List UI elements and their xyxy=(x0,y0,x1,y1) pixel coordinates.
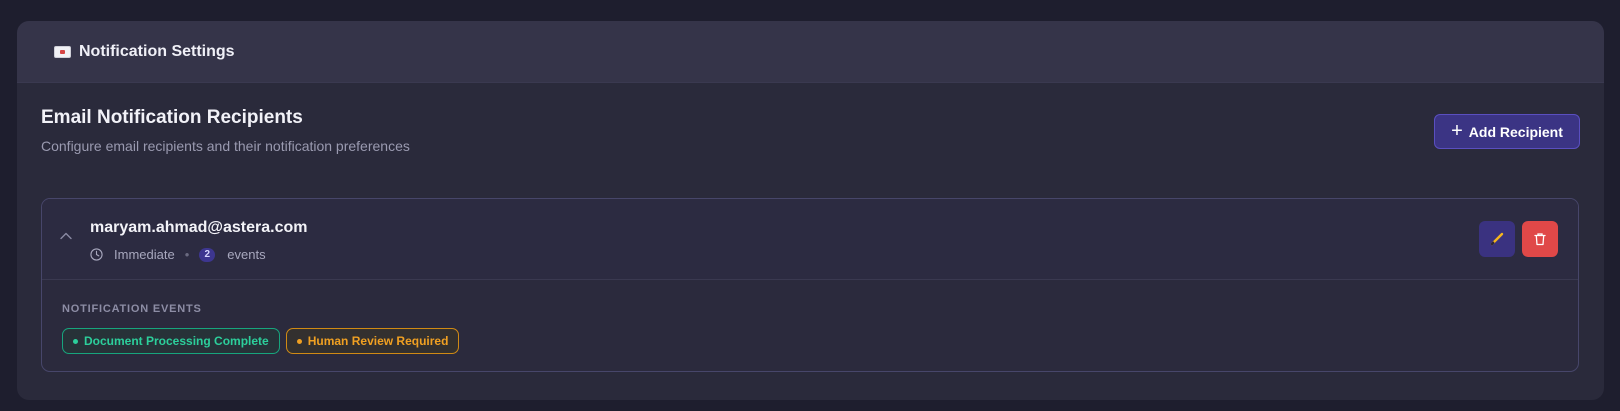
section-heading: Email Notification Recipients Configure … xyxy=(41,107,410,154)
meta-separator: • xyxy=(184,247,190,262)
recipient-email: maryam.ahmad@astera.com xyxy=(90,219,308,236)
event-count-badge: 2 xyxy=(199,247,216,262)
recipient-card-body: NOTIFICATION EVENTS Document Processing … xyxy=(42,280,1578,354)
panel-title: Notification Settings xyxy=(79,42,235,60)
pencil-icon xyxy=(1490,232,1504,246)
event-tag-label: Document Processing Complete xyxy=(84,334,269,348)
clock-icon xyxy=(90,248,103,261)
recipient-frequency: Immediate xyxy=(114,247,175,262)
event-tag: Human Review Required xyxy=(285,328,460,354)
event-tag-label: Human Review Required xyxy=(307,334,449,348)
section-subtitle: Configure email recipients and their not… xyxy=(41,138,410,154)
status-dot-icon xyxy=(73,338,78,344)
recipient-meta: Immediate • 2 events xyxy=(90,247,266,262)
notification-events-label: NOTIFICATION EVENTS xyxy=(62,303,202,315)
delete-recipient-button[interactable] xyxy=(1522,221,1558,257)
add-recipient-button[interactable]: + Add Recipient xyxy=(1434,114,1580,149)
plus-icon: + xyxy=(1451,119,1463,142)
status-dot-icon xyxy=(296,338,302,344)
panel-header: Notification Settings xyxy=(17,21,1604,83)
events-word: events xyxy=(227,247,266,262)
trash-icon xyxy=(1534,233,1546,246)
recipient-card-header[interactable]: maryam.ahmad@astera.com Immediate • 2 ev… xyxy=(42,199,1578,280)
recipient-card: maryam.ahmad@astera.com Immediate • 2 ev… xyxy=(41,198,1579,372)
chevron-up-icon[interactable] xyxy=(60,230,72,242)
edit-recipient-button[interactable] xyxy=(1479,221,1515,257)
event-tag: Document Processing Complete xyxy=(62,328,280,354)
envelope-icon xyxy=(54,45,71,58)
add-recipient-label: Add Recipient xyxy=(1468,123,1563,140)
notification-settings-panel: Notification Settings Email Notification… xyxy=(17,21,1604,400)
section-title: Email Notification Recipients xyxy=(41,107,303,128)
event-tags: Document Processing Complete Human Revie… xyxy=(62,328,1558,354)
